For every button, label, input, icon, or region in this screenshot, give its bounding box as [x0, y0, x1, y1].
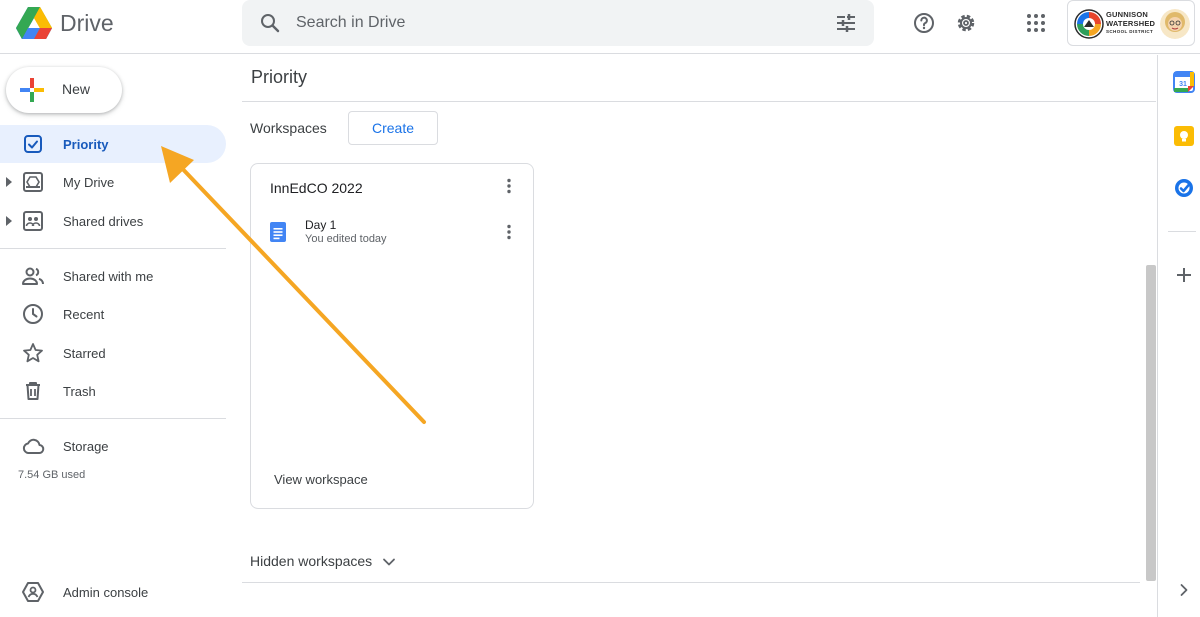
sidebar-item-recent[interactable]: Recent — [0, 295, 226, 333]
people-icon — [22, 267, 44, 285]
new-button-label: New — [62, 81, 91, 97]
trash-icon — [26, 382, 40, 400]
svg-text:31: 31 — [1179, 81, 1187, 88]
sidebar-item-priority[interactable]: Priority — [0, 125, 226, 163]
settings-gear-icon[interactable] — [954, 11, 978, 35]
view-workspace-link[interactable]: View workspace — [274, 472, 368, 487]
sidebar: New Priority My Drive Shared drives Shar… — [0, 55, 240, 617]
chevron-right-icon[interactable] — [1173, 579, 1195, 601]
more-vert-icon[interactable] — [499, 176, 519, 196]
tasks-icon[interactable] — [1173, 177, 1195, 199]
keep-icon[interactable] — [1173, 125, 1195, 147]
sidebar-item-label: Admin console — [63, 585, 149, 600]
workspace-title: InnEdCO 2022 — [270, 180, 363, 196]
hidden-workspaces-toggle[interactable]: Hidden workspaces — [250, 553, 372, 569]
star-icon — [23, 343, 43, 363]
sidebar-item-label: Storage — [63, 439, 109, 454]
chevron-down-icon[interactable] — [380, 553, 398, 571]
sidebar-item-shared-with-me[interactable]: Shared with me — [0, 257, 226, 295]
new-button[interactable]: New — [6, 67, 122, 113]
sidebar-item-starred[interactable]: Starred — [0, 334, 226, 372]
main-content: Priority Workspaces Create InnEdCO 2022 … — [242, 55, 1156, 617]
file-name: Day 1 — [305, 218, 337, 232]
cloud-icon — [22, 438, 45, 454]
file-subtitle: You edited today — [305, 233, 387, 245]
add-addon-icon[interactable] — [1173, 264, 1195, 286]
sidebar-divider — [0, 248, 226, 249]
avatar[interactable] — [1160, 9, 1190, 39]
district-logo-icon — [1074, 9, 1104, 39]
page-title: Priority — [251, 67, 308, 87]
sidebar-item-my-drive[interactable]: My Drive — [0, 163, 226, 201]
sidebar-item-label: Recent — [63, 307, 105, 322]
sidebar-item-storage[interactable]: Storage — [0, 427, 226, 465]
admin-icon — [22, 582, 44, 602]
help-icon[interactable] — [912, 11, 936, 35]
scrollbar[interactable] — [1146, 265, 1156, 581]
sidebar-item-label: Shared drives — [63, 214, 144, 229]
sidebar-item-label: Shared with me — [63, 269, 154, 284]
sidebar-item-label: Starred — [63, 346, 106, 361]
title-divider — [242, 101, 1156, 102]
sidebar-divider — [0, 418, 226, 419]
sidebar-item-admin-console[interactable]: Admin console — [0, 573, 226, 611]
google-doc-icon — [270, 222, 286, 242]
calendar-icon[interactable]: 31 — [1173, 71, 1195, 93]
section-divider — [242, 582, 1140, 583]
storage-used-text: 7.54 GB used — [18, 469, 86, 481]
account-org-name: GUNNISON WATERSHED SCHOOL DISTRICT — [1106, 10, 1156, 34]
side-panel: 31 — [1157, 55, 1200, 617]
app-name[interactable]: Drive — [60, 9, 114, 37]
top-bar: Drive Search in Drive GUNNISON WATERSHED… — [0, 0, 1200, 54]
plus-icon — [20, 78, 44, 102]
expand-caret-icon[interactable] — [6, 216, 14, 226]
create-workspace-button[interactable]: Create — [348, 111, 438, 145]
sidebar-item-trash[interactable]: Trash — [0, 372, 226, 410]
more-vert-icon[interactable] — [499, 222, 519, 242]
priority-check-icon — [24, 135, 42, 153]
search-options-icon[interactable] — [834, 11, 858, 35]
side-panel-divider — [1168, 231, 1196, 232]
drive-logo-icon[interactable] — [16, 6, 52, 40]
apps-grid-icon[interactable] — [1024, 11, 1048, 35]
shared-drives-icon — [23, 211, 43, 231]
workspaces-label: Workspaces — [250, 120, 327, 136]
sidebar-item-shared-drives[interactable]: Shared drives — [0, 202, 226, 240]
sidebar-item-label: Priority — [63, 137, 109, 152]
search-bar[interactable] — [242, 0, 874, 46]
search-icon[interactable] — [258, 11, 282, 35]
list-item[interactable]: Day 1 You edited today — [251, 212, 533, 252]
search-input[interactable] — [296, 8, 816, 38]
account-switcher[interactable]: GUNNISON WATERSHED SCHOOL DISTRICT — [1067, 0, 1195, 46]
workspace-card[interactable]: InnEdCO 2022 Day 1 You edited today View… — [250, 163, 534, 509]
sidebar-item-label: My Drive — [63, 175, 115, 190]
my-drive-icon — [23, 172, 43, 192]
expand-caret-icon[interactable] — [6, 177, 14, 187]
clock-icon — [23, 304, 43, 324]
sidebar-item-label: Trash — [63, 384, 96, 399]
